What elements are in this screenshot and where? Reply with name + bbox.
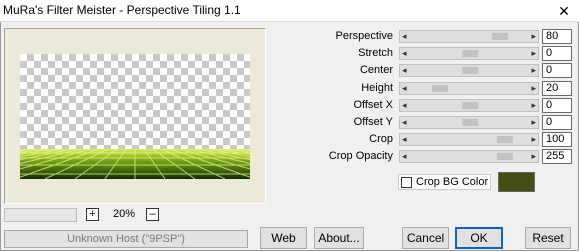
center-label: Center (359, 64, 393, 76)
progress-bar (4, 208, 77, 222)
perspective-value-field[interactable]: 80 (542, 29, 572, 44)
preview-panel (4, 28, 266, 204)
center-value-field[interactable]: 0 (542, 63, 572, 78)
arrow-left-icon[interactable]: ◂ (402, 48, 407, 59)
offset-x-label: Offset X (353, 99, 393, 111)
offset-y-slider[interactable]: ◂ ▸ (399, 116, 539, 129)
zoom-level: 20% (112, 208, 136, 220)
crop-label: Crop (369, 133, 393, 145)
arrow-left-icon[interactable]: ◂ (402, 100, 407, 111)
offset-y-value-field[interactable]: 0 (542, 115, 572, 130)
height-slider[interactable]: ◂ ▸ (399, 82, 539, 95)
slider-thumb[interactable] (432, 85, 448, 92)
slider-thumb[interactable] (462, 67, 478, 74)
perspective-label: Perspective (335, 30, 393, 42)
zoom-in-button[interactable]: + (86, 208, 99, 221)
crop-bg-color-swatch[interactable] (498, 172, 535, 192)
slider-thumb[interactable] (497, 153, 513, 160)
arrow-right-icon[interactable]: ▸ (531, 65, 536, 76)
offset-x-value-field[interactable]: 0 (542, 98, 572, 113)
web-button[interactable]: Web (260, 227, 307, 249)
crop-opacity-slider[interactable]: ◂ ▸ (399, 150, 539, 163)
offset-x-slider[interactable]: ◂ ▸ (399, 99, 539, 112)
offset-y-label: Offset Y (353, 116, 393, 128)
arrow-right-icon[interactable]: ▸ (531, 83, 536, 94)
height-label: Height (361, 82, 393, 94)
ok-button[interactable]: OK (455, 227, 503, 249)
checkbox-label: Crop BG Color (416, 176, 489, 188)
cancel-button[interactable]: Cancel (402, 227, 449, 249)
perspective-slider[interactable]: ◂ ▸ (399, 30, 539, 43)
crop-bg-color-checkbox[interactable]: Crop BG Color (398, 174, 491, 190)
arrow-left-icon[interactable]: ◂ (402, 151, 407, 162)
status-bar: Unknown Host ("9PSP") (4, 230, 248, 248)
tiling-floor (20, 149, 250, 179)
arrow-left-icon[interactable]: ◂ (402, 134, 407, 145)
crop-opacity-label: Crop Opacity (328, 150, 393, 162)
center-slider[interactable]: ◂ ▸ (399, 64, 539, 77)
reset-button[interactable]: Reset (525, 227, 571, 249)
arrow-left-icon[interactable]: ◂ (402, 65, 407, 76)
arrow-right-icon[interactable]: ▸ (531, 134, 536, 145)
slider-thumb[interactable] (462, 102, 478, 109)
arrow-right-icon[interactable]: ▸ (531, 48, 536, 59)
about-button[interactable]: About... (314, 227, 364, 249)
arrow-right-icon[interactable]: ▸ (531, 117, 536, 128)
preview-image[interactable] (20, 54, 250, 179)
arrow-left-icon[interactable]: ◂ (402, 117, 407, 128)
height-value-field[interactable]: 20 (542, 81, 572, 96)
slider-thumb[interactable] (462, 119, 478, 126)
crop-value-field[interactable]: 100 (542, 132, 572, 147)
arrow-right-icon[interactable]: ▸ (531, 151, 536, 162)
arrow-right-icon[interactable]: ▸ (531, 100, 536, 111)
stretch-label: Stretch (358, 47, 393, 59)
checkbox-box[interactable] (401, 177, 412, 188)
title-bar: MuRa's Filter Meister - Perspective Tili… (0, 0, 579, 22)
crop-opacity-value-field[interactable]: 255 (542, 149, 572, 164)
crop-slider[interactable]: ◂ ▸ (399, 133, 539, 146)
arrow-left-icon[interactable]: ◂ (402, 83, 407, 94)
arrow-left-icon[interactable]: ◂ (402, 31, 407, 42)
zoom-out-button[interactable]: – (146, 208, 159, 221)
stretch-value-field[interactable]: 0 (542, 46, 572, 61)
arrow-right-icon[interactable]: ▸ (531, 31, 536, 42)
close-icon[interactable]: ✕ (549, 0, 579, 22)
stretch-slider[interactable]: ◂ ▸ (399, 47, 539, 60)
slider-thumb[interactable] (462, 50, 478, 57)
window-title: MuRa's Filter Meister - Perspective Tili… (3, 3, 241, 17)
slider-thumb[interactable] (497, 136, 513, 143)
slider-thumb[interactable] (492, 33, 508, 40)
